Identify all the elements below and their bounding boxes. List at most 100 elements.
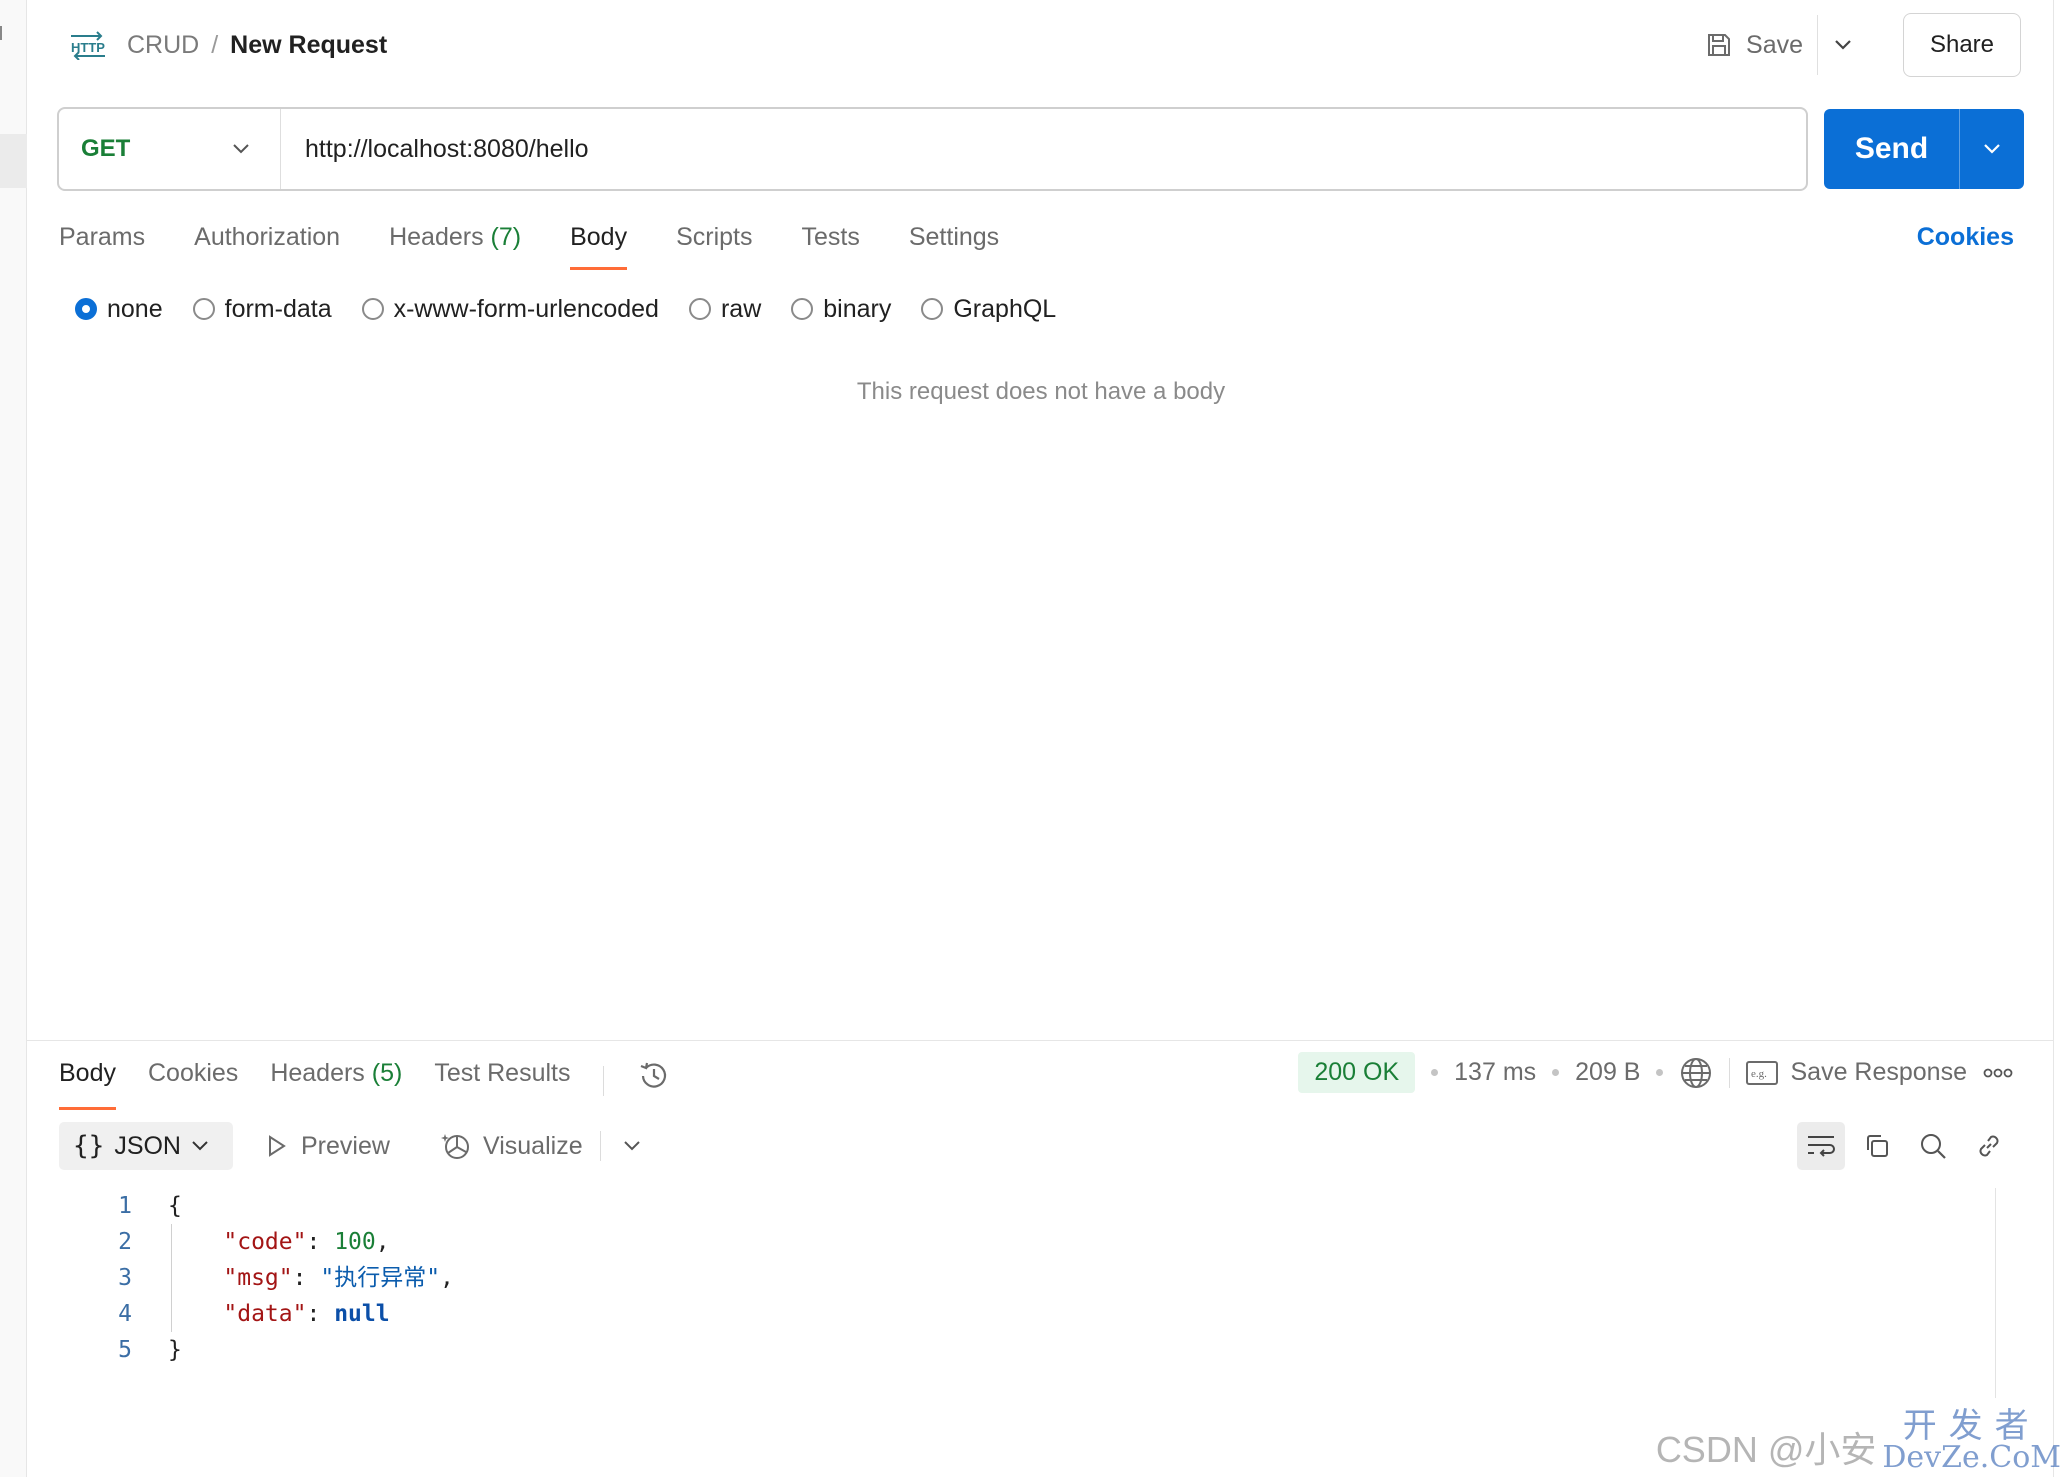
watermark-devze-logo: 开发者 DevZe.CoM bbox=[1882, 1406, 2061, 1475]
response-divider[interactable] bbox=[27, 1040, 2053, 1041]
visualize-dropdown[interactable] bbox=[614, 1122, 650, 1170]
indent-guide bbox=[171, 1224, 172, 1332]
tab-scripts[interactable]: Scripts bbox=[676, 222, 752, 272]
save-icon bbox=[1708, 34, 1731, 56]
response-tools bbox=[1797, 1122, 2013, 1170]
cookies-link[interactable]: Cookies bbox=[1917, 222, 2014, 252]
tab-params[interactable]: Params bbox=[59, 222, 145, 272]
code-scrollbar[interactable] bbox=[1995, 1188, 1996, 1398]
response-toolbar: {} JSON Preview Visualize bbox=[59, 1122, 2013, 1170]
preview-button[interactable]: Preview bbox=[267, 1122, 390, 1170]
share-button[interactable]: Share bbox=[1903, 13, 2021, 77]
body-type-urlencoded[interactable]: x-www-form-urlencoded bbox=[361, 293, 659, 325]
json-value: null bbox=[334, 1301, 390, 1327]
chevron-down-icon bbox=[1835, 40, 1851, 50]
radio[interactable] bbox=[921, 298, 944, 320]
radio[interactable] bbox=[192, 298, 215, 320]
sidebar-marker bbox=[0, 26, 6, 40]
code-line: 2 "code": 100, bbox=[90, 1224, 454, 1260]
body-type-binary[interactable]: binary bbox=[791, 293, 891, 325]
code-line: 1{ bbox=[90, 1188, 454, 1224]
tabs-divider bbox=[602, 1066, 604, 1096]
watermark: CSDN @小安 开发者 DevZe.CoM bbox=[1656, 1409, 2061, 1473]
method-select[interactable]: GET bbox=[59, 109, 281, 189]
breadcrumb-collection[interactable]: CRUD bbox=[127, 31, 199, 59]
more-options-icon[interactable] bbox=[1983, 1067, 2013, 1079]
save-response-button[interactable]: e.g. Save Response bbox=[1746, 1058, 1967, 1087]
body-type-options: none form-data x-www-form-urlencoded raw… bbox=[75, 293, 1056, 325]
response-tab-test-results[interactable]: Test Results bbox=[434, 1058, 570, 1104]
wrap-lines-icon bbox=[1808, 1136, 1835, 1157]
radio[interactable] bbox=[791, 298, 814, 320]
format-select[interactable]: {} JSON bbox=[59, 1122, 233, 1170]
body-type-none[interactable]: none bbox=[75, 293, 163, 325]
meta-divider bbox=[1729, 1057, 1731, 1088]
code-line: 5} bbox=[90, 1332, 454, 1368]
tab-tests[interactable]: Tests bbox=[801, 222, 859, 272]
send-button-group: Send bbox=[1824, 109, 2024, 189]
body-type-graphql[interactable]: GraphQL bbox=[921, 293, 1056, 325]
history-icon[interactable] bbox=[636, 1058, 672, 1094]
tab-authorization[interactable]: Authorization bbox=[194, 222, 340, 272]
code-line: 4 "data": null bbox=[90, 1296, 454, 1332]
tab-body[interactable]: Body bbox=[570, 222, 627, 272]
url-input[interactable] bbox=[281, 134, 1806, 164]
visualize-button[interactable]: Visualize bbox=[441, 1122, 583, 1170]
response-size[interactable]: 209 B bbox=[1575, 1058, 1640, 1087]
send-options-dropdown[interactable] bbox=[1960, 109, 2024, 189]
send-button[interactable]: Send bbox=[1824, 109, 1959, 189]
chevron-down-icon bbox=[192, 1141, 208, 1151]
save-button[interactable]: Save bbox=[1692, 22, 1817, 68]
svg-text:HTTP: HTTP bbox=[71, 40, 105, 55]
chevron-down-icon bbox=[624, 1141, 640, 1151]
http-request-icon: HTTP bbox=[71, 31, 105, 60]
response-tab-headers[interactable]: Headers (5) bbox=[270, 1058, 402, 1104]
meta-dot bbox=[1552, 1069, 1560, 1076]
breadcrumb: CRUD / New Request bbox=[127, 30, 387, 60]
body-type-form-data[interactable]: form-data bbox=[192, 293, 332, 325]
radio[interactable] bbox=[361, 298, 384, 320]
json-key: "msg" bbox=[223, 1265, 293, 1291]
response-tab-cookies[interactable]: Cookies bbox=[148, 1058, 238, 1104]
response-tab-body[interactable]: Body bbox=[59, 1058, 116, 1110]
link-button[interactable] bbox=[1965, 1122, 2013, 1170]
tab-settings[interactable]: Settings bbox=[909, 222, 999, 272]
chevron-down-icon bbox=[233, 144, 249, 154]
sidebar-selected-item[interactable] bbox=[0, 134, 27, 188]
line-number: 3 bbox=[118, 1265, 132, 1291]
tab-headers[interactable]: Headers (7) bbox=[389, 222, 521, 272]
wrap-lines-button[interactable] bbox=[1797, 1122, 1845, 1170]
example-icon: e.g. bbox=[1746, 1060, 1779, 1085]
headers-count: (7) bbox=[490, 223, 522, 251]
preview-label: Preview bbox=[301, 1131, 390, 1160]
save-response-label: Save Response bbox=[1790, 1058, 1967, 1086]
line-number: 5 bbox=[118, 1337, 132, 1363]
watermark-csdn: CSDN @小安 bbox=[1655, 1429, 1877, 1470]
request-name[interactable]: New Request bbox=[230, 31, 387, 59]
sidebar-rail bbox=[0, 0, 27, 1477]
save-group: Save bbox=[1692, 15, 1868, 75]
radio-selected[interactable] bbox=[75, 298, 97, 320]
right-rail bbox=[2053, 0, 2067, 1477]
globe-icon[interactable] bbox=[1679, 1056, 1713, 1090]
json-key: "data" bbox=[223, 1301, 307, 1327]
save-options-dropdown[interactable] bbox=[1818, 22, 1868, 68]
response-time[interactable]: 137 ms bbox=[1454, 1058, 1536, 1087]
search-button[interactable] bbox=[1909, 1122, 1957, 1170]
breadcrumb-separator: / bbox=[211, 31, 219, 59]
request-header: HTTP CRUD / New Request Save Share bbox=[27, 0, 2053, 90]
search-icon bbox=[1921, 1134, 1946, 1159]
method-label: GET bbox=[81, 135, 131, 162]
copy-button[interactable] bbox=[1853, 1122, 1901, 1170]
json-key: "code" bbox=[223, 1229, 307, 1255]
meta-dot bbox=[1656, 1069, 1664, 1076]
radio[interactable] bbox=[688, 298, 711, 320]
save-label: Save bbox=[1746, 30, 1803, 59]
visualize-label: Visualize bbox=[483, 1131, 583, 1160]
meta-dot bbox=[1431, 1069, 1439, 1076]
body-type-raw[interactable]: raw bbox=[688, 293, 761, 325]
visualize-icon bbox=[441, 1134, 469, 1159]
json-value: 100 bbox=[334, 1229, 376, 1255]
status-badge[interactable]: 200 OK bbox=[1298, 1052, 1416, 1093]
response-body-code[interactable]: 1{ 2 "code": 100, 3 "msg": "执行异常", 4 "da… bbox=[90, 1188, 454, 1368]
